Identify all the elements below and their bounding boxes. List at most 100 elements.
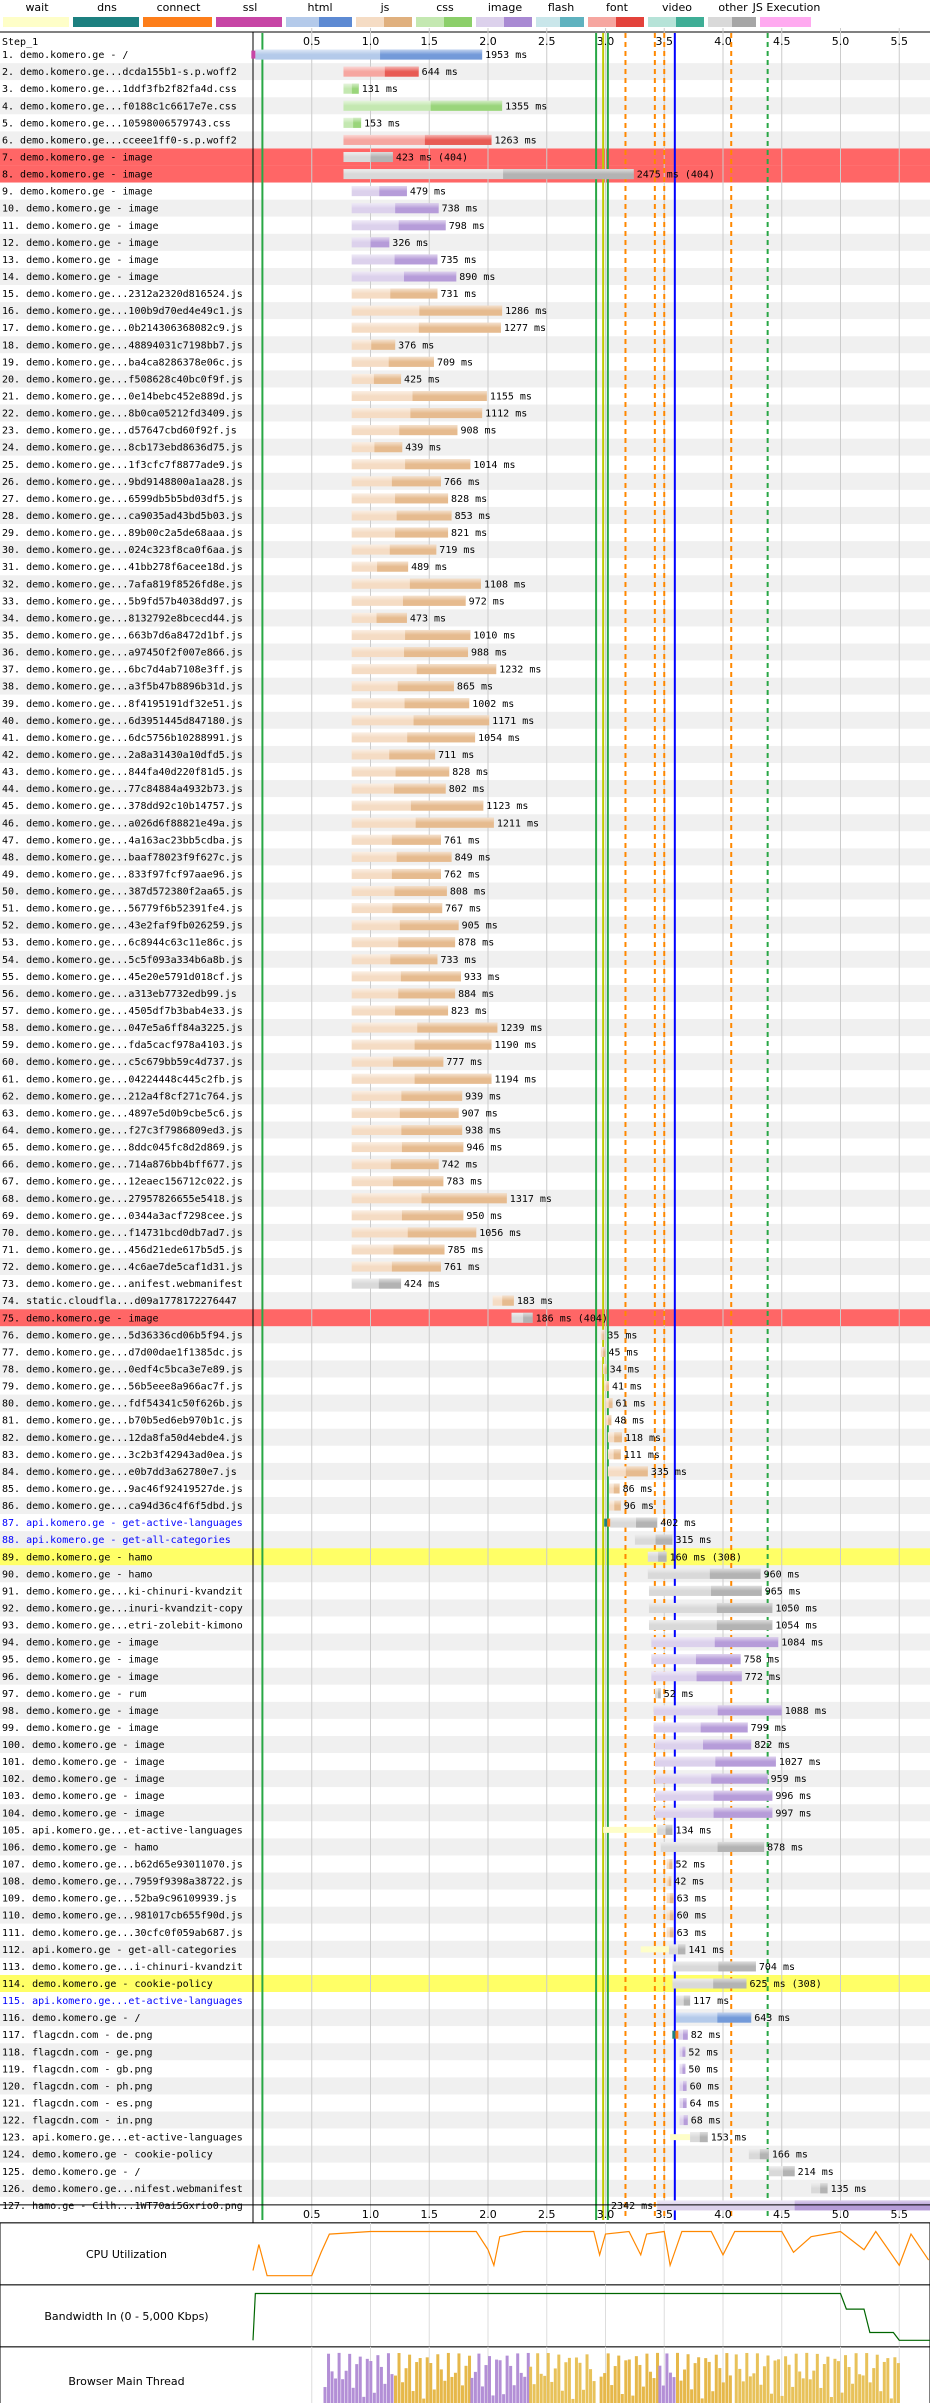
bar-shine <box>609 1500 621 1506</box>
request-label: 56. demo.komero.ge...a313eb7732edb99.js <box>2 989 237 1000</box>
main-thread-activity <box>658 2365 662 2403</box>
table-row: 30. demo.komero.ge...024c323f8ca0f6aa.js… <box>2 544 475 556</box>
bar-shine <box>607 1466 648 1472</box>
request-label: 92. demo.komero.ge...inuri-kvandzit-copy <box>2 1603 243 1614</box>
main-thread-activity <box>697 2357 701 2403</box>
bar-shine <box>351 1244 445 1250</box>
table-row: 19. demo.komero.ge...ba4ca8286378e06c.js… <box>2 356 473 368</box>
request-label: 78. demo.komero.ge...0edf4c5bca3e7e89.js <box>2 1364 243 1375</box>
duration-label: 959 ms <box>771 1774 807 1785</box>
duration-label: 214 ms <box>798 2167 834 2178</box>
main-thread-activity <box>787 2364 791 2403</box>
request-label: 4. demo.komero.ge...f0188c1c6617e7e.css <box>2 101 237 112</box>
request-label: 65. demo.komero.ge...8ddc045fc8d2d869.js <box>2 1143 243 1154</box>
request-label: 12. demo.komero.ge - image <box>2 238 159 249</box>
duration-label: 939 ms <box>465 1091 501 1102</box>
request-label: 35. demo.komero.ge...663b7d6a8472d1bf.js <box>2 630 243 641</box>
bar-shine <box>351 1090 463 1096</box>
request-label: 37. demo.komero.ge...6bc7d4ab7108e3ff.js <box>2 665 243 676</box>
bar-shine <box>351 886 447 892</box>
main-thread-activity <box>523 2376 527 2403</box>
duration-label: 45 ms <box>609 1347 639 1358</box>
request-label: 63. demo.komero.ge...4897e5d0b9cbe5c6.js <box>2 1108 243 1119</box>
bar-shine <box>351 322 501 328</box>
request-label: 10. demo.komero.ge - image <box>2 204 159 215</box>
bar-shine <box>351 220 446 226</box>
request-label: 123. api.komero.ge...et-active-languages <box>2 2133 243 2144</box>
bar-shine <box>351 1176 444 1182</box>
bar-shine <box>351 1005 449 1011</box>
bar-shine <box>351 442 403 448</box>
waterfall-chart: wait dns connect ssl html js css image flash font… <box>0 1 930 2403</box>
legend-item-connect: connect <box>143 1 212 27</box>
legend-label: js <box>380 1 390 14</box>
main-thread-activity <box>777 2359 781 2403</box>
bar-shine <box>654 1739 752 1745</box>
legend-item-html: html <box>286 1 352 27</box>
main-thread-activity <box>854 2353 858 2403</box>
main-thread-activity <box>745 2352 749 2403</box>
main-thread-activity <box>390 2374 394 2403</box>
duration-label: 972 ms <box>469 596 505 607</box>
main-thread-activity <box>578 2362 582 2403</box>
request-label: 24. demo.komero.ge...8cb173ebd8636d75.js <box>2 443 243 454</box>
bar-shine <box>653 1705 782 1711</box>
bar-shine <box>351 237 390 243</box>
bar-shine <box>666 1859 673 1865</box>
bar-shine <box>607 1432 622 1438</box>
legend-swatch <box>785 17 811 27</box>
request-label: 67. demo.komero.ge...12eaec156712c022.js <box>2 1177 243 1188</box>
bar-shine <box>351 561 409 567</box>
tick-label: 0.5 <box>303 2208 321 2221</box>
bar-shine <box>647 1551 667 1557</box>
bar-shine <box>600 1346 606 1352</box>
request-label: 16. demo.komero.ge...100b9d70ed4e49c1.js <box>2 306 243 317</box>
main-thread-activity <box>872 2368 876 2403</box>
main-thread-activity <box>519 2372 523 2403</box>
duration-label: 772 ms <box>745 1672 781 1683</box>
main-thread-activity <box>369 2361 373 2403</box>
bar-shine <box>351 698 470 704</box>
dns-segment <box>604 1518 608 1527</box>
legend-swatch <box>444 17 472 27</box>
main-thread-activity <box>422 2398 426 2403</box>
legend-swatch <box>416 17 444 27</box>
bar-shine <box>351 988 456 994</box>
bar-shine <box>351 305 503 311</box>
bar-shine <box>604 1381 610 1387</box>
request-label: 31. demo.komero.ge...41bb278f6acee18d.js <box>2 562 243 573</box>
main-thread-activity <box>592 2381 596 2403</box>
legend-swatch <box>588 17 616 27</box>
main-thread-activity <box>397 2353 401 2403</box>
legend-label: video <box>662 1 692 14</box>
main-thread-activity <box>627 2359 631 2403</box>
duration-label: 738 ms <box>442 204 478 215</box>
main-thread-activity <box>553 2368 557 2403</box>
main-thread-activity <box>516 2353 520 2403</box>
request-label: 118. flagcdn.com - ge.png <box>2 2047 153 2058</box>
tick-label: 2.5 <box>538 2208 556 2221</box>
duration-label: 1002 ms <box>472 699 514 710</box>
duration-label: 1355 ms <box>505 101 547 112</box>
request-label: 89. demo.komero.ge - hamo <box>2 1552 153 1563</box>
bar-shine <box>351 493 449 499</box>
duration-label: 1112 ms <box>485 409 527 420</box>
legend-item-other: other <box>708 1 756 27</box>
main-thread-activity <box>589 2369 593 2403</box>
legend-item-js-execution: JS Execution <box>752 1 820 27</box>
main-thread-activity <box>557 2354 561 2403</box>
duration-label: 1088 ms <box>785 1706 827 1717</box>
duration-label: 1084 ms <box>781 1638 823 1649</box>
bar-shine <box>492 1295 514 1301</box>
bar-shine <box>610 1517 658 1523</box>
bar-shine <box>351 783 446 789</box>
table-row: 15. demo.komero.ge...2312a2320d816524.js… <box>2 288 477 300</box>
legend-label: font <box>606 1 629 14</box>
duration-label: 997 ms <box>775 1808 811 1819</box>
duration-label: 946 ms <box>466 1143 502 1154</box>
request-label: 14. demo.komero.ge - image <box>2 272 159 283</box>
duration-label: 821 ms <box>451 528 487 539</box>
bar-shine <box>660 1841 765 1847</box>
main-thread-activity <box>358 2356 362 2403</box>
table-row: 34. demo.komero.ge...8132792e8bcecd44.js… <box>2 612 446 624</box>
